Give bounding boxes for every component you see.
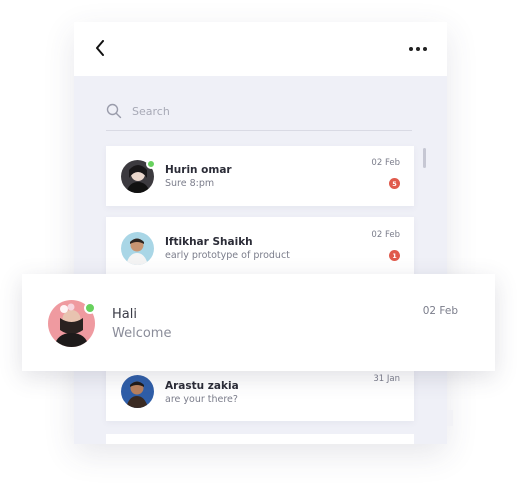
message-date: 31 Jan [373, 374, 400, 384]
more-dot [416, 47, 420, 51]
unread-badge: 1 [389, 250, 400, 261]
highlighted-conversation[interactable]: Hali Welcome 02 Feb [22, 274, 495, 371]
top-bar [74, 22, 447, 76]
search-bar [106, 92, 412, 131]
message-date: 02 Feb [422, 305, 458, 317]
last-message: early prototype of product [165, 250, 290, 261]
online-indicator [84, 302, 96, 314]
back-button[interactable] [90, 37, 110, 59]
conversation-item-partial[interactable] [106, 434, 414, 444]
more-dot [423, 47, 427, 51]
contact-name: Arastu zakia [165, 380, 239, 392]
more-horizontal-icon [409, 47, 413, 51]
unread-badge: 5 [389, 178, 400, 189]
last-message: Welcome [112, 326, 172, 341]
avatar [121, 375, 154, 408]
contact-name: Hurin omar [165, 164, 232, 176]
last-message: are your there? [165, 394, 238, 405]
message-date: 02 Feb [371, 230, 400, 240]
search-input[interactable] [130, 103, 384, 119]
contact-name: Iftikhar Shaikh [165, 236, 253, 248]
search-icon [106, 103, 122, 119]
chat-app-window: Hurin omar Sure 8:pm 02 Feb 5 Iftikhar S… [74, 22, 447, 444]
conversation-item[interactable]: Arastu zakia are your there? 31 Jan [106, 363, 414, 421]
conversation-item[interactable]: Iftikhar Shaikh early prototype of produ… [106, 217, 414, 279]
last-message: Sure 8:pm [165, 178, 215, 189]
conversation-item[interactable]: Hurin omar Sure 8:pm 02 Feb 5 [106, 146, 414, 206]
more-button[interactable] [405, 39, 431, 59]
message-date: 02 Feb [371, 158, 400, 168]
avatar [121, 232, 154, 265]
contact-name: Hali [112, 307, 137, 322]
online-indicator [146, 159, 156, 169]
window-edge [447, 410, 453, 426]
scrollbar-thumb[interactable] [423, 148, 426, 168]
chevron-left-icon [96, 40, 104, 56]
